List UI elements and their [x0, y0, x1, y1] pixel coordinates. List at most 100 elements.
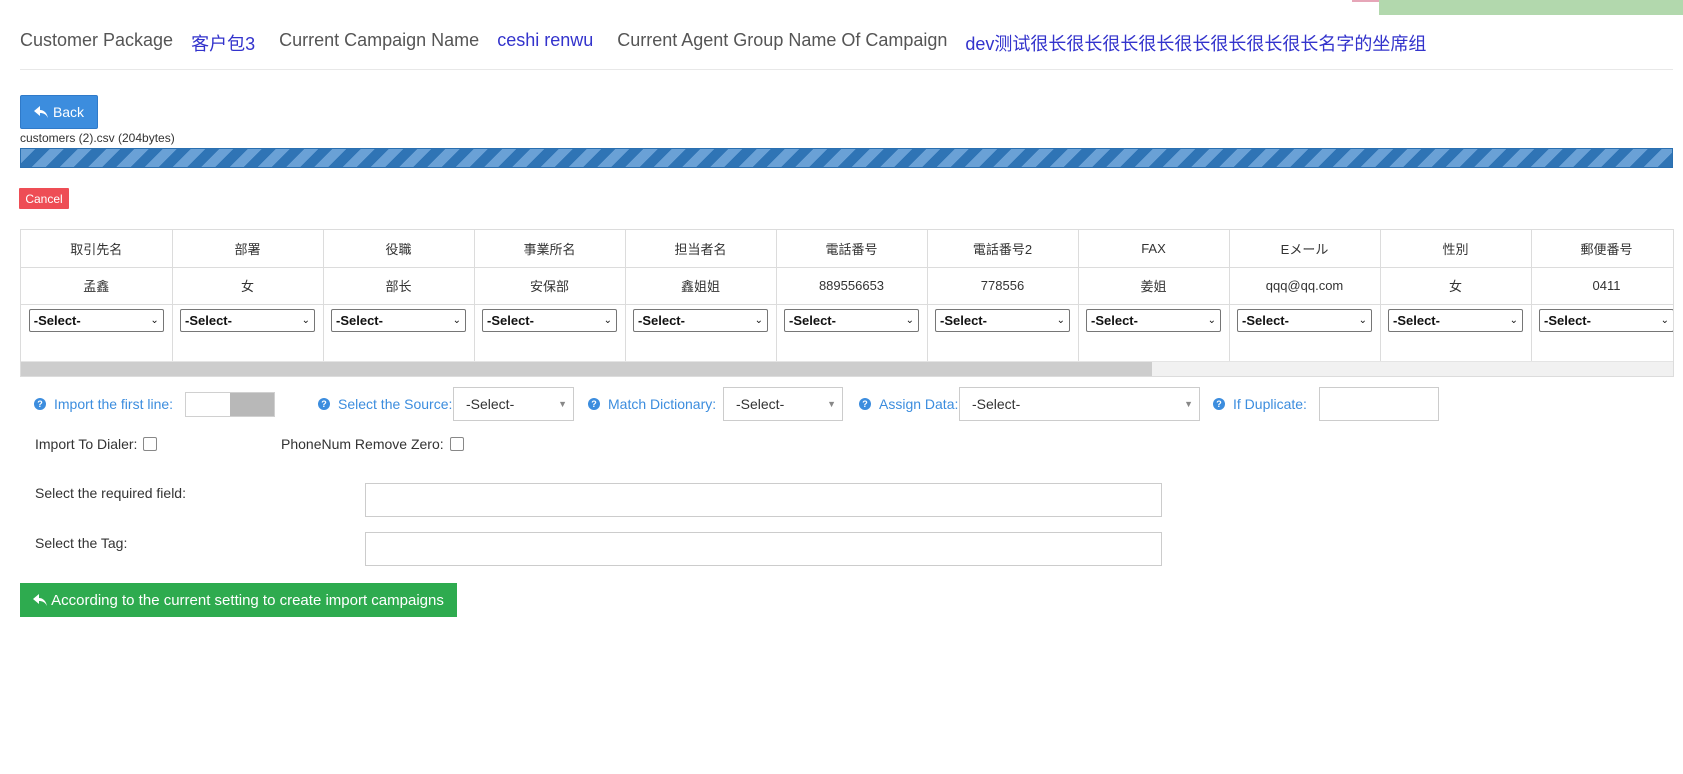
assign-data-label: Assign Data:: [879, 396, 959, 412]
field-map-select[interactable]: -Select- ⌄: [1237, 308, 1372, 332]
field-map-select[interactable]: -Select- ⌄: [180, 308, 315, 332]
match-dictionary-option: ? Match Dictionary:: [588, 396, 716, 412]
if-duplicate-option: ? If Duplicate:: [1213, 396, 1307, 412]
field-map-select-value: -Select-: [638, 312, 685, 328]
select-source-value: -Select-: [466, 396, 515, 412]
field-map-select[interactable]: -Select- ⌄: [633, 308, 768, 332]
sample-cell: 部长: [323, 267, 475, 305]
chevron-down-icon: ⌄: [905, 314, 914, 326]
phonenum-remove-zero-checkbox[interactable]: [449, 437, 464, 451]
field-map-select[interactable]: -Select- ⌄: [1086, 308, 1221, 332]
field-map-select-value: -Select-: [1091, 312, 1138, 328]
field-map-select-value: -Select-: [1242, 312, 1289, 328]
chevron-down-icon: ⌄: [1207, 314, 1216, 326]
chevron-down-icon: ⌄: [1358, 314, 1367, 326]
tag-label: Select the Tag:: [35, 535, 128, 551]
import-first-line-option: ? Import the first line:: [34, 396, 173, 412]
create-button-label: According to the current setting to crea…: [51, 591, 444, 609]
select-source-option: ? Select the Source:: [318, 396, 452, 412]
chevron-down-icon: ⌄: [150, 314, 159, 326]
match-dictionary-dropdown[interactable]: -Select- ▼: [723, 387, 843, 421]
question-circle-icon[interactable]: ?: [588, 398, 600, 410]
field-select-cell: -Select- ⌄: [474, 304, 626, 362]
field-map-select-value: -Select-: [487, 312, 534, 328]
sample-cell: 安保部: [474, 267, 626, 305]
if-duplicate-label: If Duplicate:: [1233, 396, 1307, 412]
upload-file-name: customers (2).csv (204bytes): [20, 131, 175, 145]
toggle-on-side: [230, 393, 274, 416]
sample-cell: 鑫姐姐: [625, 267, 777, 305]
field-map-select[interactable]: -Select- ⌄: [28, 308, 164, 332]
assign-data-dropdown[interactable]: -Select- ▼: [959, 387, 1200, 421]
question-circle-icon[interactable]: ?: [1213, 398, 1225, 410]
import-to-dialer-option: Import To Dialer:: [35, 436, 158, 452]
agent-group-label: Current Agent Group Name Of Campaign: [617, 30, 948, 50]
customer-package-value: 客户包3: [191, 34, 256, 54]
field-map-select[interactable]: -Select- ⌄: [331, 308, 466, 332]
field-map-select-value: -Select-: [1544, 312, 1591, 328]
table-horizontal-scrollbar[interactable]: [21, 361, 1673, 376]
required-field-label: Select the required field:: [35, 485, 186, 501]
create-import-campaign-button[interactable]: According to the current setting to crea…: [20, 583, 457, 617]
field-select-cell: -Select- ⌄: [776, 304, 928, 362]
phonenum-remove-zero-option: PhoneNum Remove Zero:: [281, 436, 464, 452]
field-map-select[interactable]: -Select- ⌄: [1388, 308, 1523, 332]
caret-down-icon: ▼: [827, 399, 836, 409]
import-first-line-label: Import the first line:: [54, 396, 174, 412]
chevron-down-icon: ⌄: [1509, 314, 1518, 326]
sample-cell: qqq@qq.com: [1229, 267, 1381, 305]
chevron-down-icon: ⌄: [452, 314, 461, 326]
scrollbar-thumb[interactable]: [21, 362, 1152, 376]
campaign-name-label: Current Campaign Name: [279, 30, 480, 50]
if-duplicate-input[interactable]: [1319, 387, 1439, 421]
tag-input[interactable]: [365, 532, 1162, 566]
back-button[interactable]: Back: [20, 95, 98, 129]
sample-cell: 889556653: [776, 267, 928, 305]
field-select-cell: -Select- ⌄: [1531, 304, 1673, 362]
field-map-select-value: -Select-: [940, 312, 987, 328]
sample-cell: 0411: [1531, 267, 1673, 305]
field-map-select-value: -Select-: [1393, 312, 1440, 328]
mapping-select-row: -Select- ⌄ -Select- ⌄ -Select- ⌄ -Select- ⌄ -Sel…: [21, 304, 1673, 362]
column-header: 役職: [323, 230, 475, 268]
field-map-select-value: -Select-: [185, 312, 232, 328]
field-select-cell: -Select- ⌄: [927, 304, 1079, 362]
field-map-select-value: -Select-: [33, 312, 81, 328]
column-header: 電話番号2: [927, 230, 1079, 268]
field-map-select-value: -Select-: [789, 312, 836, 328]
corner-decoration-green: [1379, 0, 1683, 15]
column-header: 電話番号: [776, 230, 928, 268]
question-circle-icon[interactable]: ?: [318, 398, 330, 410]
chevron-down-icon: ⌄: [1056, 314, 1065, 326]
select-source-label: Select the Source:: [338, 396, 453, 412]
agent-group-value: dev测试很长很长很长很长很长很长很长很长名字的坐席组: [965, 34, 1427, 54]
question-circle-icon[interactable]: ?: [34, 398, 46, 410]
sample-cell: 女: [172, 267, 324, 305]
column-header: 担当者名: [625, 230, 777, 268]
mapping-sample-row: 孟鑫女部长 安保部 鑫姐姐 889556653 778556 姜姐 qqq@qq.com 女 0…: [21, 267, 1673, 305]
import-to-dialer-checkbox[interactable]: [143, 437, 158, 451]
campaign-header: Customer Package 客户包3 Current Campaign N…: [20, 30, 1673, 70]
field-map-select[interactable]: -Select- ⌄: [482, 308, 617, 332]
field-select-cell: -Select- ⌄: [172, 304, 324, 362]
field-select-cell: -Select- ⌄: [21, 304, 173, 362]
assign-data-value: -Select-: [972, 396, 1021, 412]
field-map-select[interactable]: -Select- ⌄: [784, 308, 919, 332]
campaign-name-value: ceshi renwu: [497, 30, 594, 50]
required-field-input[interactable]: [365, 483, 1162, 517]
customer-package-label: Customer Package: [20, 30, 174, 50]
question-circle-icon[interactable]: ?: [859, 398, 871, 410]
import-first-line-toggle[interactable]: [185, 392, 275, 417]
cancel-upload-button[interactable]: Cancel: [19, 188, 69, 209]
reply-icon: [33, 106, 48, 118]
chevron-down-icon: ⌄: [1660, 314, 1669, 326]
field-mapping-table: 取引先名 部署 役職 事業所名 担当者名 電話番号 電話番号2 FAX Eメール 性別 郵便番号 孟…: [20, 229, 1674, 377]
column-header: 部署: [172, 230, 324, 268]
field-map-select[interactable]: -Select- ⌄: [935, 308, 1070, 332]
chevron-down-icon: ⌄: [603, 314, 612, 326]
field-map-select[interactable]: -Select- ⌄: [1539, 308, 1673, 332]
sample-cell: 女: [1380, 267, 1532, 305]
field-map-select-value: -Select-: [336, 312, 383, 328]
select-source-dropdown[interactable]: -Select- ▼: [453, 387, 574, 421]
import-to-dialer-label: Import To Dialer:: [35, 436, 138, 452]
